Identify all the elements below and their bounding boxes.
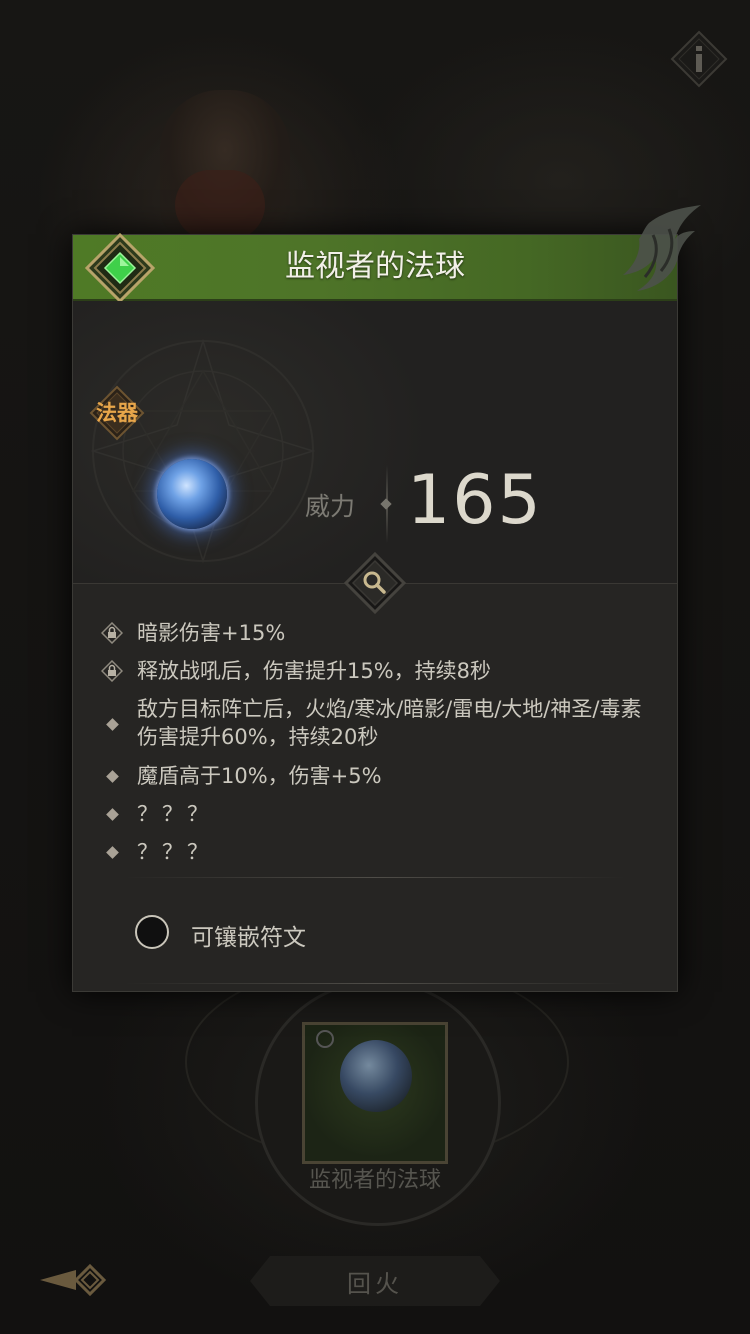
item-detail-popup: 监视者的法球 法器 威力 165 暗影伤害+15% 释放战吼后，伤害提升15%，… [72, 205, 701, 992]
info-icon[interactable] [670, 30, 728, 88]
stat-text: ？？？ [137, 840, 212, 864]
diamond-bullet-icon [106, 718, 119, 731]
popup-header: 监视者的法球 [73, 235, 677, 301]
magic-circle-icon [90, 338, 316, 564]
diamond-bullet-icon [106, 770, 119, 783]
separator [125, 877, 625, 878]
stat-text: ？？？ [137, 802, 212, 826]
diamond-bullet-icon [106, 808, 119, 821]
item-orb-image [157, 459, 227, 529]
lock-icon [101, 660, 123, 682]
back-arrow-icon[interactable] [36, 1258, 116, 1302]
magnifier-icon[interactable] [344, 552, 406, 614]
separator [125, 983, 625, 984]
power-label: 威力 [305, 492, 356, 521]
rune-socket-radio[interactable] [135, 915, 169, 949]
category-label: 法器 [96, 401, 138, 425]
item-preview-panel: 法器 威力 165 [73, 301, 677, 584]
rarity-gem-icon [85, 233, 155, 303]
stat-text: 魔盾高于10%，伤害+5% [137, 764, 382, 788]
character-beard [175, 170, 265, 240]
corner-ornament-icon [623, 205, 701, 291]
divider-diamond [380, 498, 392, 510]
stat-text: 敌方目标阵亡后，火焰/寒冰/暗影/雷电/大地/神圣/毒素伤害提升60%，持续20… [137, 697, 642, 749]
equipped-item-socket [316, 1030, 334, 1048]
lock-icon [101, 622, 123, 644]
rune-socket-label: 可镶嵌符文 [191, 925, 306, 951]
item-title: 监视者的法球 [285, 249, 465, 284]
power-value: 165 [407, 461, 543, 540]
stat-text: 释放战吼后，伤害提升15%，持续8秒 [137, 659, 492, 683]
equipped-item-name: 监视者的法球 [308, 1168, 441, 1193]
diamond-bullet-icon [106, 846, 119, 859]
equipped-item-orb [340, 1040, 412, 1112]
action-button[interactable]: 回火 [250, 1256, 500, 1306]
stat-text: 暗影伤害+15% [137, 621, 286, 645]
